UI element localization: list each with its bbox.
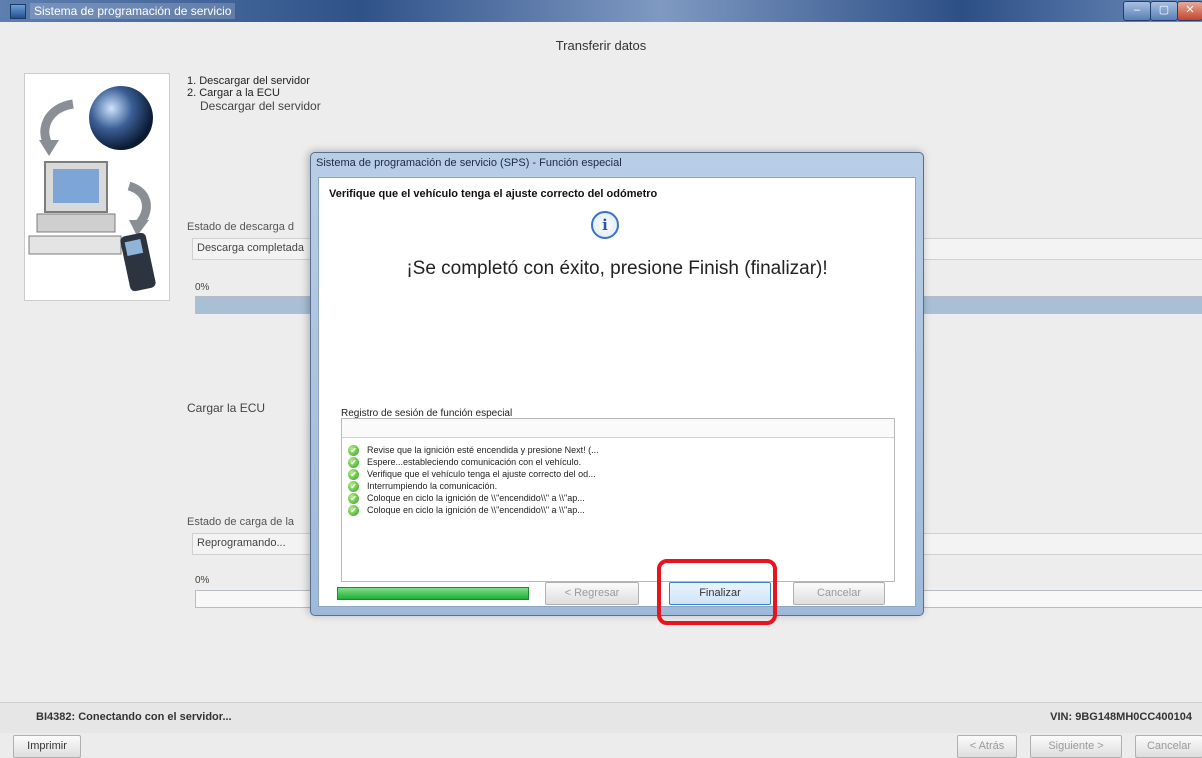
log-item-text: Interrumpiendo la comunicación.	[367, 481, 498, 491]
session-log-header	[342, 419, 894, 438]
download-section-label: Descargar del servidor	[200, 99, 321, 113]
log-item-text: Coloque en ciclo la ignición de \\"encen…	[367, 493, 585, 503]
computer-scan-tool-icon	[28, 86, 156, 292]
next-button[interactable]: Siguiente >	[1030, 735, 1122, 758]
upload-status-value: Reprogramando...	[197, 537, 286, 549]
dialog-title: Sistema de programación de servicio (SPS…	[316, 157, 622, 169]
dialog-body: Verifique que el vehículo tenga el ajust…	[318, 177, 916, 607]
check-icon: ✔	[348, 481, 359, 493]
dialog-back-button[interactable]: < Regresar	[545, 582, 639, 605]
download-status-label: Estado de descarga d	[187, 221, 295, 233]
app-icon	[10, 4, 26, 19]
cancel-button[interactable]: Cancelar	[1135, 735, 1202, 758]
list-item: ✔ Coloque en ciclo la ignición de \\"ence…	[348, 505, 585, 521]
vin-label: VIN: 9BG148MH0CC400104	[1050, 711, 1192, 723]
step-2-label: 2. Cargar a la ECU	[187, 87, 280, 99]
dialog-progress-bar	[337, 587, 529, 600]
download-status-value: Descarga completada	[197, 242, 305, 254]
download-percent-label: 0%	[195, 282, 210, 293]
page-title: Transferir datos	[555, 38, 647, 53]
transfer-illustration	[24, 73, 170, 301]
upload-status-label: Estado de carga de la	[187, 516, 295, 528]
log-item-text: Verifique que el vehículo tenga el ajust…	[367, 469, 596, 479]
back-button[interactable]: < Atrás	[957, 735, 1017, 758]
success-message: ¡Se completó con éxito, presione Finish …	[406, 258, 828, 279]
close-button[interactable]: ✕	[1177, 1, 1202, 21]
dialog-cancel-button[interactable]: Cancelar	[793, 582, 885, 605]
window-title: Sistema de programación de servicio	[30, 3, 236, 19]
info-icon: i	[591, 211, 619, 239]
log-item-text: Espere...estableciendo comunicación con …	[367, 457, 582, 467]
check-icon: ✔	[348, 445, 359, 457]
check-icon: ✔	[348, 505, 359, 517]
log-item-text: Revise que la ignición esté encendida y …	[367, 445, 599, 455]
finish-highlight-box	[657, 559, 777, 625]
upload-percent-label: 0%	[195, 575, 210, 586]
print-button[interactable]: Imprimir	[13, 735, 81, 758]
dialog-heading: Verifique que el vehículo tenga el ajust…	[329, 188, 658, 200]
session-log-list[interactable]: ✔ Revise que la ignición esté encendida y…	[341, 418, 895, 582]
upload-section-label: Cargar la ECU	[187, 401, 266, 415]
status-message: BI4382: Conectando con el servidor...	[36, 711, 232, 723]
check-icon: ✔	[348, 469, 359, 481]
check-icon: ✔	[348, 457, 359, 469]
step-1-label: 1. Descargar del servidor	[187, 75, 310, 87]
minimize-button[interactable]: –	[1123, 1, 1151, 21]
special-function-dialog: Sistema de programación de servicio (SPS…	[310, 152, 924, 616]
check-icon: ✔	[348, 493, 359, 505]
log-item-text: Coloque en ciclo la ignición de \\"encen…	[367, 505, 585, 515]
maximize-button[interactable]: ▢	[1150, 1, 1178, 21]
